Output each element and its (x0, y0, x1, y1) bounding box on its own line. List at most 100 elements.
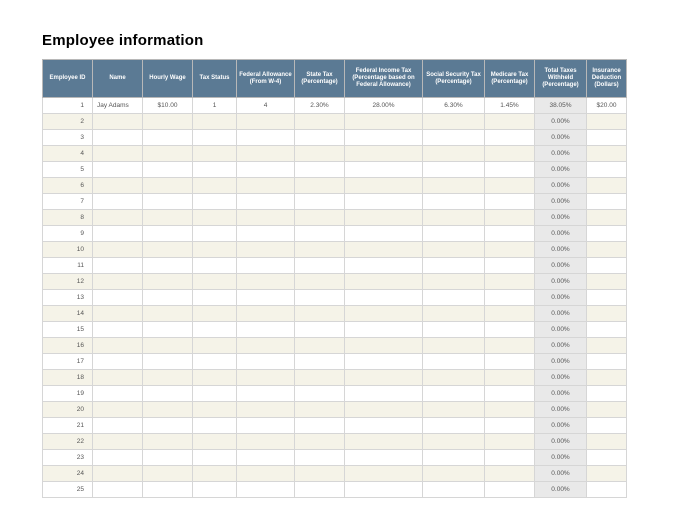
cell-ss[interactable] (423, 418, 485, 434)
cell-insurance[interactable] (587, 370, 627, 386)
cell-id[interactable]: 1 (43, 98, 93, 114)
cell-status[interactable] (193, 226, 237, 242)
cell-state-tax[interactable] (295, 354, 345, 370)
cell-medicare[interactable] (485, 162, 535, 178)
cell-medicare[interactable] (485, 210, 535, 226)
cell-status[interactable] (193, 290, 237, 306)
cell-wage[interactable] (143, 306, 193, 322)
cell-totals[interactable]: 0.00% (535, 162, 587, 178)
cell-status[interactable] (193, 322, 237, 338)
cell-insurance[interactable] (587, 338, 627, 354)
cell-ss[interactable] (423, 178, 485, 194)
cell-medicare[interactable] (485, 450, 535, 466)
cell-name[interactable] (93, 482, 143, 498)
cell-state-tax[interactable] (295, 322, 345, 338)
cell-fed-tax[interactable] (345, 370, 423, 386)
cell-id[interactable]: 22 (43, 434, 93, 450)
cell-insurance[interactable] (587, 162, 627, 178)
cell-medicare[interactable] (485, 354, 535, 370)
cell-fed-tax[interactable] (345, 258, 423, 274)
cell-medicare[interactable] (485, 274, 535, 290)
cell-insurance[interactable] (587, 450, 627, 466)
cell-ss[interactable] (423, 466, 485, 482)
cell-name[interactable] (93, 146, 143, 162)
cell-wage[interactable] (143, 322, 193, 338)
cell-name[interactable] (93, 130, 143, 146)
cell-totals[interactable]: 0.00% (535, 386, 587, 402)
cell-totals[interactable]: 0.00% (535, 242, 587, 258)
cell-totals[interactable]: 0.00% (535, 466, 587, 482)
cell-wage[interactable] (143, 290, 193, 306)
cell-insurance[interactable] (587, 114, 627, 130)
cell-wage[interactable] (143, 418, 193, 434)
cell-fed-allow[interactable] (237, 434, 295, 450)
cell-name[interactable] (93, 354, 143, 370)
cell-totals[interactable]: 38.05% (535, 98, 587, 114)
cell-wage[interactable] (143, 482, 193, 498)
cell-insurance[interactable] (587, 258, 627, 274)
cell-name[interactable] (93, 178, 143, 194)
cell-totals[interactable]: 0.00% (535, 322, 587, 338)
cell-fed-tax[interactable] (345, 322, 423, 338)
cell-status[interactable] (193, 386, 237, 402)
cell-id[interactable]: 4 (43, 146, 93, 162)
cell-insurance[interactable] (587, 242, 627, 258)
cell-name[interactable] (93, 258, 143, 274)
cell-id[interactable]: 23 (43, 450, 93, 466)
cell-fed-tax[interactable] (345, 466, 423, 482)
cell-ss[interactable] (423, 338, 485, 354)
cell-medicare[interactable] (485, 402, 535, 418)
cell-id[interactable]: 21 (43, 418, 93, 434)
cell-medicare[interactable] (485, 370, 535, 386)
cell-state-tax[interactable] (295, 242, 345, 258)
cell-fed-tax[interactable] (345, 274, 423, 290)
cell-name[interactable] (93, 194, 143, 210)
cell-state-tax[interactable] (295, 466, 345, 482)
cell-fed-allow[interactable] (237, 450, 295, 466)
cell-fed-tax[interactable] (345, 354, 423, 370)
cell-insurance[interactable] (587, 402, 627, 418)
cell-medicare[interactable] (485, 482, 535, 498)
cell-ss[interactable] (423, 258, 485, 274)
cell-wage[interactable] (143, 226, 193, 242)
cell-fed-allow[interactable] (237, 274, 295, 290)
cell-totals[interactable]: 0.00% (535, 194, 587, 210)
cell-fed-tax[interactable] (345, 418, 423, 434)
cell-totals[interactable]: 0.00% (535, 146, 587, 162)
cell-wage[interactable] (143, 338, 193, 354)
cell-id[interactable]: 18 (43, 370, 93, 386)
cell-medicare[interactable] (485, 258, 535, 274)
cell-fed-allow[interactable] (237, 290, 295, 306)
cell-ss[interactable] (423, 162, 485, 178)
cell-name[interactable] (93, 370, 143, 386)
cell-wage[interactable] (143, 194, 193, 210)
cell-ss[interactable] (423, 370, 485, 386)
cell-totals[interactable]: 0.00% (535, 354, 587, 370)
cell-insurance[interactable] (587, 130, 627, 146)
cell-totals[interactable]: 0.00% (535, 178, 587, 194)
cell-status[interactable] (193, 210, 237, 226)
cell-status[interactable] (193, 146, 237, 162)
cell-insurance[interactable] (587, 290, 627, 306)
cell-totals[interactable]: 0.00% (535, 114, 587, 130)
cell-state-tax[interactable] (295, 146, 345, 162)
cell-name[interactable] (93, 386, 143, 402)
cell-ss[interactable] (423, 290, 485, 306)
cell-ss[interactable] (423, 306, 485, 322)
cell-fed-tax[interactable] (345, 210, 423, 226)
cell-state-tax[interactable] (295, 274, 345, 290)
cell-totals[interactable]: 0.00% (535, 402, 587, 418)
cell-medicare[interactable] (485, 306, 535, 322)
cell-totals[interactable]: 0.00% (535, 306, 587, 322)
cell-ss[interactable] (423, 482, 485, 498)
cell-wage[interactable] (143, 178, 193, 194)
cell-state-tax[interactable] (295, 306, 345, 322)
cell-ss[interactable] (423, 450, 485, 466)
cell-wage[interactable] (143, 386, 193, 402)
cell-state-tax[interactable] (295, 130, 345, 146)
cell-insurance[interactable] (587, 274, 627, 290)
cell-medicare[interactable]: 1.45% (485, 98, 535, 114)
cell-wage[interactable] (143, 434, 193, 450)
cell-medicare[interactable] (485, 386, 535, 402)
cell-wage[interactable] (143, 354, 193, 370)
